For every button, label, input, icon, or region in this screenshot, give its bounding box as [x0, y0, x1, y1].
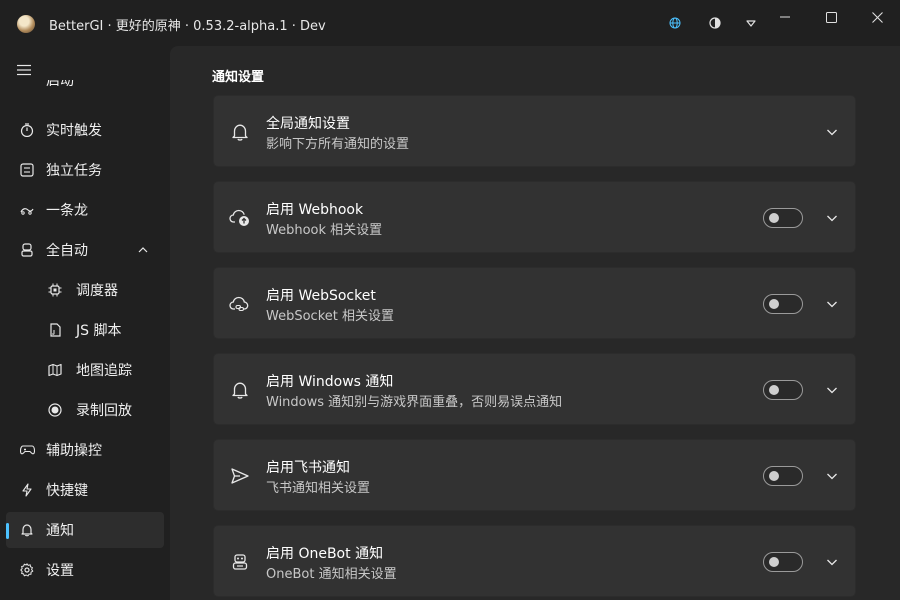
sidebar-item-map-tracking[interactable]: 地图追踪 — [6, 352, 164, 388]
title-bar: BetterGI · 更好的原神 · 0.53.2-alpha.1 · Dev — [0, 0, 900, 46]
globe-icon[interactable] — [661, 9, 689, 37]
card-description: 影响下方所有通知的设置 — [266, 137, 410, 152]
sidebar-item-label: 通知 — [46, 523, 74, 539]
sidebar-item-label: JS 脚本 — [76, 323, 122, 339]
contrast-icon[interactable] — [701, 9, 729, 37]
card-title: 全局通知设置 — [266, 116, 350, 132]
sidebar: 启动 实时触发 独立任务 一条龙 全自动 调度器 JS 脚本 地图追踪 录制回放… — [0, 46, 170, 600]
sidebar-item-launch[interactable]: 启动 — [6, 80, 164, 96]
sidebar-item-label: 独立任务 — [46, 163, 102, 179]
bell-icon — [19, 522, 35, 538]
dropdown-icon[interactable] — [737, 9, 765, 37]
sidebar-item-one-dragon[interactable]: 一条龙 — [6, 192, 164, 228]
windows-notification-toggle[interactable] — [763, 380, 803, 400]
robot-icon — [19, 242, 35, 258]
sidebar-item-label: 设置 — [46, 563, 74, 579]
cloud-link-icon — [228, 292, 252, 316]
chevron-down-icon[interactable] — [824, 554, 840, 570]
send-icon — [228, 464, 252, 488]
dragon-icon — [19, 202, 35, 218]
maximize-button[interactable] — [808, 0, 854, 34]
timer-icon — [19, 122, 35, 138]
card-title: 启用 Windows 通知 — [266, 374, 394, 390]
sidebar-item-full-auto[interactable]: 全自动 — [6, 232, 164, 268]
card-description: 飞书通知相关设置 — [266, 481, 371, 496]
sidebar-item-realtime-trigger[interactable]: 实时触发 — [6, 112, 164, 148]
sidebar-item-standalone-task[interactable]: 独立任务 — [6, 152, 164, 188]
toggle-knob — [769, 557, 779, 567]
toggle-knob — [769, 471, 779, 481]
onebot-toggle[interactable] — [763, 552, 803, 572]
window-title: BetterGI · 更好的原神 · 0.53.2-alpha.1 · Dev — [49, 19, 326, 34]
sidebar-item-label: 启动 — [46, 80, 74, 89]
sidebar-item-js-script[interactable]: JS 脚本 — [6, 312, 164, 348]
card-webhook[interactable]: 启用 Webhook Webhook 相关设置 — [213, 181, 856, 253]
cloud-upload-icon — [228, 206, 252, 230]
sidebar-item-label: 地图追踪 — [76, 363, 132, 379]
card-feishu-notification[interactable]: 启用飞书通知 飞书通知相关设置 — [213, 439, 856, 511]
feishu-toggle[interactable] — [763, 466, 803, 486]
sidebar-item-label: 全自动 — [46, 243, 88, 259]
card-title: 启用飞书通知 — [266, 460, 350, 476]
sidebar-item-assist-control[interactable]: 辅助操控 — [6, 432, 164, 468]
card-onebot-notification[interactable]: 启用 OneBot 通知 OneBot 通知相关设置 — [213, 525, 856, 597]
card-description: Webhook 相关设置 — [266, 223, 383, 238]
toggle-knob — [769, 213, 779, 223]
task-list-icon — [19, 162, 35, 178]
lightning-icon — [19, 482, 35, 498]
card-title: 启用 OneBot 通知 — [266, 546, 384, 562]
sidebar-item-label: 一条龙 — [46, 203, 88, 219]
websocket-toggle[interactable] — [763, 294, 803, 314]
gear-icon — [19, 562, 35, 578]
chevron-down-icon[interactable] — [824, 468, 840, 484]
gamepad-icon — [19, 442, 35, 458]
chevron-up-icon[interactable] — [136, 243, 150, 257]
sidebar-item-record-replay[interactable]: 录制回放 — [6, 392, 164, 428]
bot-icon — [228, 550, 252, 574]
record-icon — [47, 402, 63, 418]
sidebar-item-label: 实时触发 — [46, 123, 102, 139]
script-file-icon — [47, 322, 63, 338]
sidebar-item-label: 调度器 — [76, 283, 118, 299]
chevron-down-icon[interactable] — [824, 124, 840, 140]
sidebar-item-label: 辅助操控 — [46, 443, 102, 459]
sidebar-item-label: 录制回放 — [76, 403, 132, 419]
chevron-down-icon[interactable] — [824, 296, 840, 312]
chevron-down-icon[interactable] — [824, 382, 840, 398]
card-websocket[interactable]: 启用 WebSocket WebSocket 相关设置 — [213, 267, 856, 339]
minimize-button[interactable] — [762, 0, 808, 34]
main-content: 通知设置 全局通知设置 影响下方所有通知的设置 启用 Webhook Webho… — [170, 46, 900, 600]
toggle-knob — [769, 299, 779, 309]
bell-icon — [228, 120, 252, 144]
sidebar-item-label: 快捷键 — [46, 483, 88, 499]
sidebar-item-hotkeys[interactable]: 快捷键 — [6, 472, 164, 508]
sidebar-item-scheduler[interactable]: 调度器 — [6, 272, 164, 308]
close-button[interactable] — [854, 0, 900, 34]
bell-icon — [228, 378, 252, 402]
card-windows-notification[interactable]: 启用 Windows 通知 Windows 通知别与游戏界面重叠，否则易误点通知 — [213, 353, 856, 425]
card-description: WebSocket 相关设置 — [266, 309, 394, 324]
card-global-notification-settings[interactable]: 全局通知设置 影响下方所有通知的设置 — [213, 95, 856, 167]
card-title: 启用 Webhook — [266, 202, 364, 218]
card-title: 启用 WebSocket — [266, 288, 376, 304]
chip-icon — [47, 282, 63, 298]
card-description: OneBot 通知相关设置 — [266, 567, 397, 582]
app-logo — [17, 15, 35, 33]
map-icon — [47, 362, 63, 378]
chevron-down-icon[interactable] — [824, 210, 840, 226]
section-title: 通知设置 — [212, 70, 265, 85]
webhook-toggle[interactable] — [763, 208, 803, 228]
toggle-knob — [769, 385, 779, 395]
card-description: Windows 通知别与游戏界面重叠，否则易误点通知 — [266, 395, 563, 410]
sidebar-item-settings[interactable]: 设置 — [6, 552, 164, 588]
sidebar-item-notifications[interactable]: 通知 — [6, 512, 164, 548]
